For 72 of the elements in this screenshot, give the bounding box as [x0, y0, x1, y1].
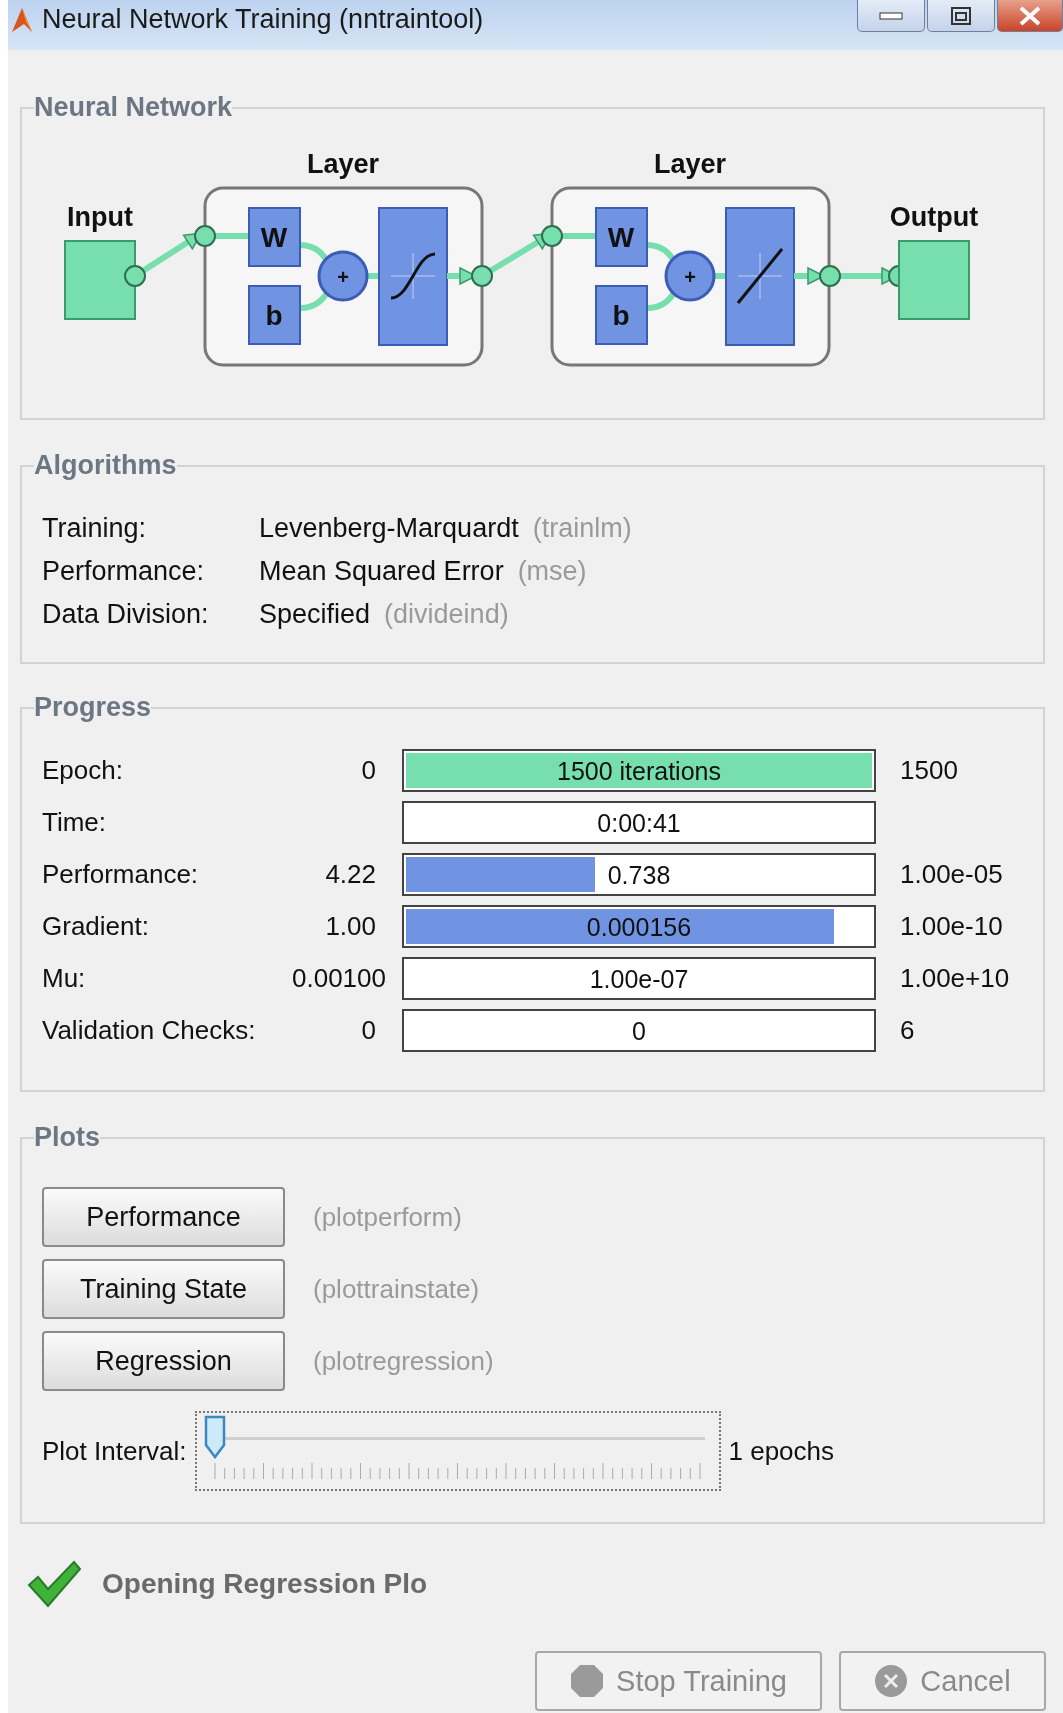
bias-block: b: [248, 285, 301, 345]
plot-interval-slider[interactable]: [194, 1411, 721, 1491]
cancel-icon: [874, 1664, 909, 1698]
stop-sign-icon: [570, 1664, 605, 1698]
connection-node: [541, 225, 563, 247]
algorithm-label: Performance:: [42, 556, 206, 587]
start-value: 4.22: [324, 859, 377, 890]
maximize-button[interactable]: [927, 0, 995, 32]
plot-button[interactable]: Regression: [42, 1331, 285, 1391]
plot-interval-label: Plot Interval:: [42, 1435, 187, 1467]
start-value: 0: [360, 755, 377, 786]
plot-interval-reading: 1 epochs: [728, 1435, 835, 1467]
progress-label: Validation Checks:: [42, 1015, 257, 1046]
panel-legend: Plots: [34, 1122, 100, 1153]
plot-button[interactable]: Performance: [42, 1187, 285, 1247]
progress-reading: 1500 iterations: [556, 757, 722, 786]
input-label: Input: [67, 202, 133, 232]
checkmark-icon: [26, 1559, 82, 1609]
algorithm-label: Training:: [42, 513, 148, 544]
weight-block: W: [248, 207, 301, 267]
target-value: 6: [899, 1015, 916, 1046]
window-title: Neural Network Training (nntraintool): [42, 4, 485, 35]
bias-block: b: [595, 285, 648, 345]
minimize-button[interactable]: [857, 0, 925, 32]
progress-label: Epoch:: [42, 755, 124, 786]
function-name: (plotperform): [313, 1201, 462, 1233]
algorithm-value: Levenberg-Marquardt: [259, 513, 519, 543]
progress-label: Mu:: [42, 963, 87, 994]
target-value: 1.00e+10: [899, 963, 1011, 994]
target-value: 1500: [899, 755, 959, 786]
progress-reading: 0.000156: [585, 913, 693, 942]
layer-label: Layer: [306, 149, 380, 179]
connection-node: [471, 265, 493, 287]
status-message: Opening Regression Plo: [102, 1568, 428, 1600]
layer-label: Layer: [653, 149, 727, 179]
progress-label: Gradient:: [42, 911, 150, 942]
app-logo-icon: [10, 6, 34, 34]
minimize-icon: [879, 10, 903, 21]
function-name: (plotregression): [313, 1345, 494, 1377]
panel-legend: Progress: [34, 692, 152, 723]
target-value: 1.00e-10: [899, 911, 1004, 942]
target-value: 1.00e-05: [899, 859, 1004, 890]
function-name: (divideind): [384, 599, 509, 629]
maximize-icon: [951, 6, 971, 25]
function-name: (mse): [517, 556, 587, 586]
progress-reading: 0:00:41: [596, 809, 682, 838]
algorithm-label: Data Division:: [42, 599, 210, 630]
close-button[interactable]: [997, 0, 1063, 32]
function-name: (plottrainstate): [313, 1273, 480, 1305]
panel-legend: Neural Network: [34, 92, 233, 123]
output-label: Output: [889, 202, 979, 232]
progress-label: Performance:: [42, 859, 200, 890]
start-value: 1.00: [324, 911, 377, 942]
connection-node: [124, 265, 146, 287]
connection-node: [819, 265, 841, 287]
algorithm-value: Mean Squared Error: [259, 556, 504, 586]
plot-button[interactable]: Training State: [42, 1259, 285, 1319]
progress-reading: 0: [631, 1017, 647, 1046]
connection-node: [194, 225, 216, 247]
sum-node: +: [317, 250, 369, 302]
function-name: (trainlm): [532, 513, 632, 543]
progress-reading: 1.00e-07: [588, 965, 690, 994]
start-value: 0.00100: [292, 963, 387, 994]
algorithm-value: Specified: [259, 599, 371, 629]
slider-thumb[interactable]: [202, 1415, 227, 1459]
sum-node: +: [664, 250, 716, 302]
panel-legend: Algorithms: [34, 450, 177, 481]
weight-block: W: [595, 207, 648, 267]
progress-reading: 0.738: [606, 861, 672, 890]
start-value: 0: [360, 1015, 377, 1046]
close-icon: [1018, 5, 1042, 26]
progress-label: Time:: [42, 807, 108, 838]
